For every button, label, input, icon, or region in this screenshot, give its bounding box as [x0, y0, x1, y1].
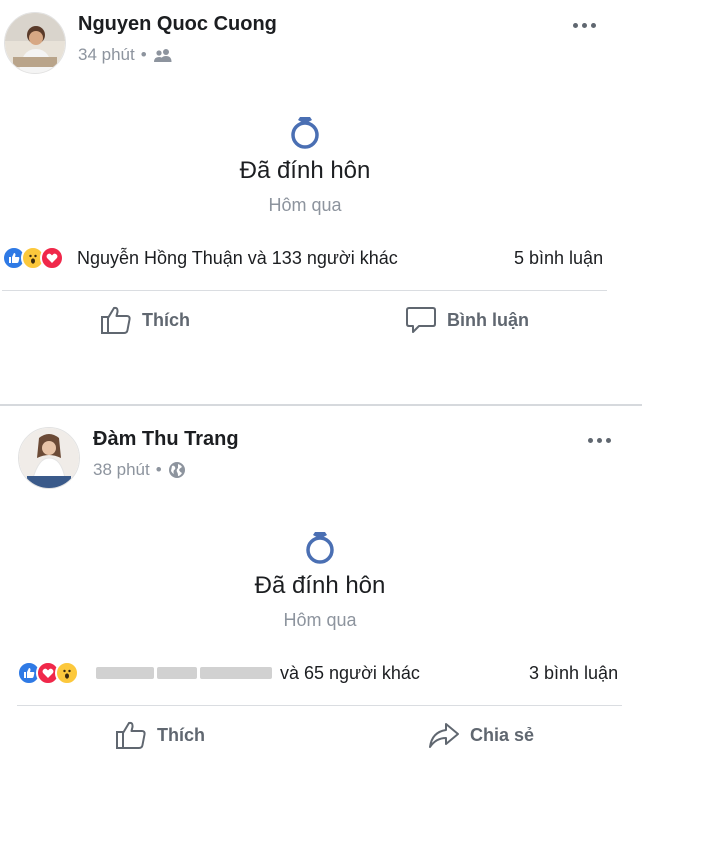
- event-title: Đã đính hôn: [239, 157, 371, 184]
- like-button[interactable]: Thích: [100, 305, 190, 335]
- comments-count[interactable]: 5 bình luận: [514, 248, 603, 269]
- avatar[interactable]: [18, 427, 80, 489]
- reaction-icons: [17, 661, 79, 685]
- post-meta: 38 phút •: [93, 460, 186, 480]
- ring-icon: [291, 117, 319, 149]
- post-card: Đàm Thu Trang 38 phút • Đã đính hôn Hôm …: [0, 415, 710, 842]
- like-button[interactable]: Thích: [115, 720, 205, 750]
- avatar[interactable]: [4, 12, 66, 74]
- like-label: Thích: [142, 309, 190, 330]
- wow-reaction-icon: [55, 661, 79, 685]
- comment-button[interactable]: Bình luận: [405, 305, 529, 335]
- blurred-names: [96, 667, 272, 679]
- post-separator: [0, 404, 642, 406]
- thumbs-up-icon: [101, 306, 131, 334]
- divider: [2, 290, 607, 291]
- post-card: Nguyen Quoc Cuong 34 phút • Đã đính hôn …: [0, 0, 710, 400]
- event-date: Hôm qua: [268, 195, 342, 215]
- share-label: Chia sẻ: [470, 724, 535, 745]
- author-name[interactable]: Đàm Thu Trang: [93, 428, 239, 451]
- like-label: Thích: [157, 724, 205, 745]
- reactions-summary[interactable]: và 65 người khác: [17, 661, 420, 685]
- comments-count[interactable]: 3 bình luận: [529, 663, 618, 684]
- post-time[interactable]: 34 phút: [78, 45, 135, 65]
- life-event: Đã đính hôn Hôm qua: [205, 157, 405, 216]
- share-button[interactable]: Chia sẻ: [428, 720, 534, 750]
- ring-icon: [306, 532, 334, 564]
- thumbs-up-icon: [116, 721, 146, 749]
- love-reaction-icon: [40, 246, 64, 270]
- comment-icon: [406, 307, 436, 333]
- comment-label: Bình luận: [447, 309, 529, 330]
- post-meta: 34 phút •: [78, 45, 173, 65]
- separator-dot: •: [155, 460, 162, 479]
- more-options-icon[interactable]: [588, 438, 611, 443]
- reactions-summary[interactable]: Nguyễn Hồng Thuận và 133 người khác: [2, 246, 398, 270]
- reactors-text: và 65 người khác: [280, 662, 420, 683]
- author-name[interactable]: Nguyen Quoc Cuong: [78, 13, 277, 36]
- separator-dot: •: [140, 45, 147, 64]
- reactors-text: Nguyễn Hồng Thuận và 133 người khác: [77, 247, 398, 268]
- avatar-photo: [19, 428, 79, 488]
- avatar-photo: [5, 13, 65, 73]
- event-date: Hôm qua: [283, 610, 357, 630]
- life-event: Đã đính hôn Hôm qua: [220, 572, 420, 631]
- event-title: Đã đính hôn: [254, 572, 386, 599]
- divider: [17, 705, 622, 706]
- share-icon: [429, 723, 459, 748]
- reaction-icons: [2, 246, 64, 270]
- globe-icon: [168, 462, 185, 478]
- post-time[interactable]: 38 phút: [93, 460, 150, 480]
- more-options-icon[interactable]: [573, 23, 596, 28]
- friends-icon: [153, 49, 172, 62]
